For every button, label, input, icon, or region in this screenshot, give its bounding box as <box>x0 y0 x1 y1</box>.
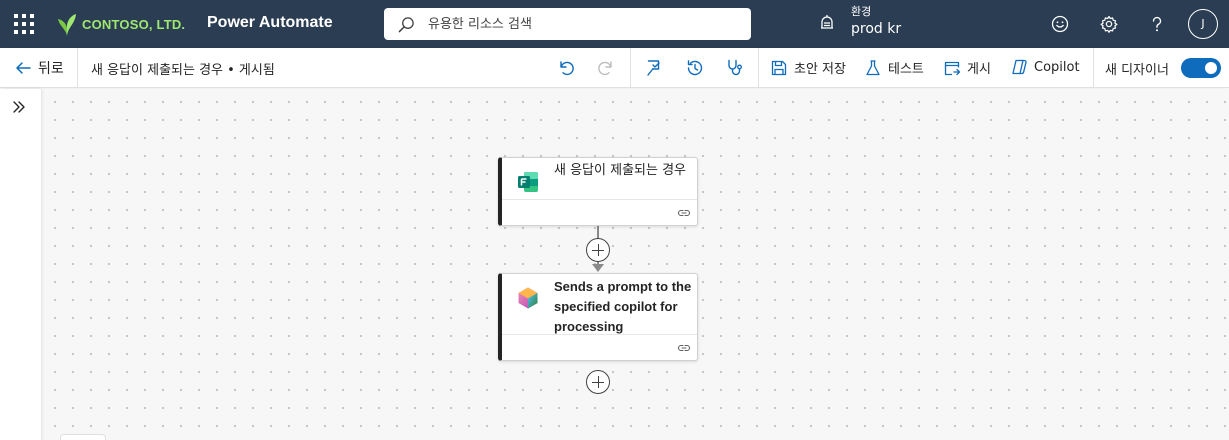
publish-icon <box>944 61 961 75</box>
contoso-leaf-logo <box>58 14 76 36</box>
back-label: 뒤로 <box>38 61 64 77</box>
card-footer <box>502 199 697 225</box>
test-label: 테스트 <box>888 62 924 77</box>
divider <box>630 48 631 88</box>
redo-icon[interactable] <box>596 58 616 78</box>
copilot-button[interactable]: Copilot <box>1010 58 1080 76</box>
brand-name: CONTOSO, LTD. <box>82 16 186 32</box>
trigger-card[interactable]: 새 응답이 제출되는 경우 <box>498 157 698 226</box>
search-input[interactable] <box>428 14 728 34</box>
environment-name: prod kr <box>851 21 902 37</box>
settings-gear-icon[interactable] <box>1099 14 1119 34</box>
link-icon[interactable] <box>677 206 691 220</box>
search-box[interactable] <box>384 8 751 40</box>
arrow-left-icon <box>16 62 31 74</box>
environment-picker[interactable]: 환경 prod kr <box>818 5 901 39</box>
canvas-controls[interactable] <box>60 434 106 440</box>
microsoft-forms-icon <box>518 172 538 192</box>
app-title[interactable]: Power Automate <box>207 14 333 32</box>
test-button[interactable]: 테스트 <box>864 58 924 77</box>
flow-checker-icon[interactable] <box>645 58 665 78</box>
environment-icon <box>821 15 833 29</box>
insert-step-button[interactable] <box>586 238 610 262</box>
publish-button[interactable]: 게시 <box>943 58 991 77</box>
left-rail <box>0 89 41 440</box>
stethoscope-icon[interactable] <box>725 58 745 78</box>
add-step-button[interactable] <box>586 370 610 394</box>
brand-logo[interactable]: CONTOSO, LTD. <box>56 11 185 37</box>
save-disk-icon <box>771 60 787 75</box>
flask-icon <box>866 59 880 75</box>
flow-title: 새 응답이 제출되는 경우 • 게시됨 <box>91 63 275 78</box>
help-question-icon[interactable] <box>1147 14 1167 34</box>
waffle-icon[interactable] <box>14 14 34 34</box>
copilot-label: Copilot <box>1034 59 1080 75</box>
new-designer-toggle[interactable] <box>1181 58 1221 78</box>
back-button[interactable]: 뒤로 <box>14 58 64 78</box>
save-draft-label: 초안 저장 <box>794 62 846 77</box>
action-card[interactable]: Sends a prompt to the specified copilot … <box>498 273 698 361</box>
environment-label: 환경 <box>851 5 872 18</box>
chevron-double-right-icon[interactable] <box>11 99 27 115</box>
command-bar: 뒤로 새 응답이 제출되는 경우 • 게시됨 초안 저장 테스트 게시 Copi… <box>0 48 1229 88</box>
user-avatar[interactable]: J <box>1188 9 1218 39</box>
copilot-studio-icon <box>518 287 538 309</box>
card-footer <box>502 334 697 360</box>
feedback-smiley-icon[interactable] <box>1050 14 1070 34</box>
new-designer-label: 새 디자이너 <box>1105 63 1169 78</box>
flow-canvas[interactable] <box>41 89 1229 440</box>
undo-icon[interactable] <box>556 58 576 78</box>
copilot-icon <box>1012 59 1027 75</box>
divider <box>77 48 78 88</box>
connector-arrow <box>592 264 604 272</box>
save-draft-button[interactable]: 초안 저장 <box>770 58 846 77</box>
publish-label: 게시 <box>967 62 991 77</box>
link-icon[interactable] <box>677 341 691 355</box>
version-history-icon[interactable] <box>685 58 705 78</box>
search-icon <box>398 17 414 33</box>
trigger-title: 새 응답이 제출되는 경우 <box>554 163 686 178</box>
top-header: CONTOSO, LTD. Power Automate 환경 prod kr … <box>0 0 1229 48</box>
toggle-knob <box>1205 62 1217 74</box>
divider <box>758 48 759 88</box>
action-title: Sends a prompt to the specified copilot … <box>554 279 692 334</box>
divider <box>1093 48 1094 88</box>
